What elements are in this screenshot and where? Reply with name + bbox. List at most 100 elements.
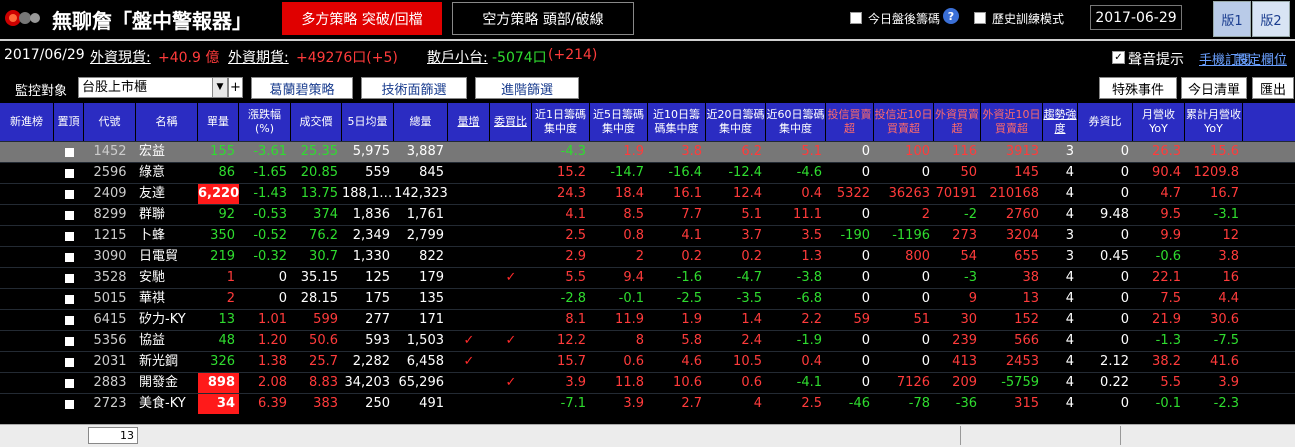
column-header[interactable]: 置頂 xyxy=(54,103,84,141)
export-button[interactable]: 匯出 xyxy=(1252,77,1294,99)
column-settings-link[interactable]: 設定欄位 xyxy=(1235,49,1287,68)
short-strategy-button[interactable]: 空方策略 頭部/破線 xyxy=(452,2,634,35)
checkbox-box[interactable] xyxy=(64,379,74,388)
cell-it: 0 xyxy=(861,207,870,222)
checkbox-box[interactable] xyxy=(64,295,74,304)
pin-checkbox[interactable] xyxy=(54,247,84,267)
today-list-button[interactable]: 今日清單 xyxy=(1181,77,1247,99)
checkbox-box[interactable] xyxy=(64,337,74,346)
checkbox-box[interactable] xyxy=(64,358,74,367)
table-row[interactable]: 5015 華祺 2 0 28.15 175 135 -2.8 -0.1 -2.5 -3.5 -6.8 0… xyxy=(0,288,1295,309)
column-header[interactable]: 外資近10日買賣超 xyxy=(981,103,1043,141)
table-row[interactable]: 5356 協益 48 1.20 50.6 593 1,503 ✓ ✓ 12.2 8 5.8 2.4 -1.… xyxy=(0,330,1295,351)
column-header[interactable]: 成交價 xyxy=(291,103,342,141)
column-header[interactable]: 漲跌幅(%) xyxy=(239,103,291,141)
checkbox-box[interactable] xyxy=(64,211,74,220)
cell-trend: 3 xyxy=(1065,144,1074,159)
column-header-label: 新進榜 xyxy=(10,115,43,128)
checkbox-box[interactable] xyxy=(64,148,74,157)
table-row[interactable]: 3528 安馳 1 0 35.15 125 179 ✓ 5.5 9.4 -1.6 -4.7 -3.8 0 0… xyxy=(0,267,1295,288)
table-row[interactable]: 2723 美食-KY 34 6.39 383 250 491 -7.1 3.9 2.7 4 2.5 -4… xyxy=(0,393,1295,414)
chevron-down-icon[interactable]: ▼ xyxy=(212,78,227,97)
table-row[interactable]: 8299 群聯 92 -0.53 374 1,836 1,761 4.1 8.5 7.7 5.1 11… xyxy=(0,204,1295,225)
table-row[interactable]: 2883 開發金 898 2.08 8.83 34,203 65,296 ✓ 3.9 11.8 10… xyxy=(0,372,1295,393)
column-header[interactable]: 代號 xyxy=(84,103,136,141)
column-header[interactable]: 5日均量 xyxy=(342,103,394,141)
foreign-spot-label[interactable]: 外資現貨: xyxy=(90,47,151,67)
table-row[interactable]: 2409 友達 6,220 -1.43 13.75 188,1… 142,323 24.3 18… xyxy=(0,183,1295,204)
table-row[interactable]: 1215 卜蜂 350 -0.52 76.2 2,349 2,799 2.5 0.8 4.1 3.7… xyxy=(0,225,1295,246)
sound-checkbox[interactable]: ✓ xyxy=(1112,51,1125,64)
column-header[interactable]: 名稱 xyxy=(136,103,198,141)
pin-checkbox[interactable] xyxy=(54,331,84,351)
column-header[interactable]: 近10日籌碼集中度 xyxy=(648,103,706,141)
pin-checkbox[interactable] xyxy=(54,163,84,183)
granville-strategy-button[interactable]: 葛蘭碧策略 xyxy=(251,77,353,99)
checkbox-box[interactable] xyxy=(64,274,74,283)
pin-checkbox[interactable] xyxy=(54,289,84,309)
pin-checkbox[interactable] xyxy=(54,373,84,393)
column-header[interactable]: 券資比 xyxy=(1078,103,1133,141)
cell-it10: 36263 xyxy=(888,186,930,201)
pin-checkbox[interactable] xyxy=(54,184,84,204)
cell-trend: 4 xyxy=(1065,375,1074,390)
column-header[interactable]: 月營收YoY xyxy=(1133,103,1185,141)
cell-code: 2883 xyxy=(93,375,127,390)
long-strategy-button[interactable]: 多方策略 突破/回檔 xyxy=(282,2,442,35)
history-mode-checkbox[interactable] xyxy=(974,12,986,24)
column-header[interactable]: 量增 xyxy=(448,103,490,141)
technical-filter-button[interactable]: 技術面篩選 xyxy=(361,77,467,99)
version1-button[interactable]: 版1 xyxy=(1213,1,1251,37)
add-monitor-button[interactable]: + xyxy=(228,77,243,98)
checkbox-box[interactable] xyxy=(64,190,74,199)
cell-pct: -3.61 xyxy=(253,144,287,159)
checkbox-box[interactable] xyxy=(64,400,74,409)
pin-checkbox[interactable] xyxy=(54,142,84,162)
checkbox-box[interactable] xyxy=(64,232,74,241)
check-mark-icon: ✓ xyxy=(505,375,517,390)
table-row[interactable]: 2596 綠意 86 -1.65 20.85 559 845 15.2 -14.7 -16.4 -1… xyxy=(0,162,1295,183)
cell-cyoy: 3.9 xyxy=(1218,375,1239,390)
date-picker[interactable]: 2017-06-29 xyxy=(1090,5,1182,30)
stock-table: 新進榜 置頂 代號 名稱 單量 漲跌幅(%) 成交價 5日均量 總量 量增 委買比 近1日籌碼集中度近… xyxy=(0,103,1295,414)
column-header[interactable]: 外資買賣超 xyxy=(934,103,981,141)
table-row[interactable]: 6415 矽力-KY 13 1.01 599 277 171 8.1 11.9 1.9 1.4 2.2… xyxy=(0,309,1295,330)
foreign-futures-label[interactable]: 外資期貨: xyxy=(228,47,289,67)
column-header[interactable]: 單量 xyxy=(198,103,239,141)
pin-checkbox[interactable] xyxy=(54,268,84,288)
column-header[interactable]: 委買比 xyxy=(490,103,532,141)
cell-c5: 2 xyxy=(635,249,644,264)
cell-pct: 6.39 xyxy=(258,396,287,411)
column-header[interactable]: 近60日籌碼集中度 xyxy=(766,103,826,141)
table-row[interactable]: 3090 日電貿 219 -0.32 30.7 1,330 822 2.9 2 0.2 0.2 1.3… xyxy=(0,246,1295,267)
column-header[interactable]: 總量 xyxy=(394,103,448,141)
advanced-filter-button[interactable]: 進階篩選 xyxy=(475,77,579,99)
column-header[interactable]: 近20日籌碼集中度 xyxy=(706,103,766,141)
special-events-button[interactable]: 特殊事件 xyxy=(1099,77,1177,99)
column-header[interactable]: 累計月營收YoY xyxy=(1185,103,1243,141)
cell-c5: 9.4 xyxy=(623,270,644,285)
cell-price: 35.15 xyxy=(300,270,338,285)
checkbox-box[interactable] xyxy=(64,316,74,325)
pin-checkbox[interactable] xyxy=(54,394,84,414)
help-icon[interactable]: ? xyxy=(943,8,959,24)
column-header[interactable]: 投信買賣超 xyxy=(826,103,874,141)
table-row[interactable]: 1452 宏益 155 -3.61 25.35 5,975 3,887 -4.3 1.9 3.8 6… xyxy=(0,141,1295,162)
cell-avg5: 1,330 xyxy=(352,249,390,264)
pin-checkbox[interactable] xyxy=(54,310,84,330)
pin-checkbox[interactable] xyxy=(54,352,84,372)
column-header[interactable]: 趨勢強度 xyxy=(1043,103,1078,141)
column-header[interactable]: 新進榜 xyxy=(0,103,54,141)
pin-checkbox[interactable] xyxy=(54,205,84,225)
checkbox-box[interactable] xyxy=(64,169,74,178)
column-header[interactable]: 投信近10日買賣超 xyxy=(874,103,934,141)
checkbox-box[interactable] xyxy=(64,253,74,262)
retail-label[interactable]: 散戶小台: xyxy=(427,47,488,67)
column-header[interactable]: 近1日籌碼集中度 xyxy=(532,103,590,141)
monitor-select[interactable]: 台股上市櫃 xyxy=(78,77,228,98)
table-row[interactable]: 2031 新光鋼 326 1.38 25.7 2,282 6,458 ✓ 15.7 0.6 4.6 1… xyxy=(0,351,1295,372)
version2-button[interactable]: 版2 xyxy=(1252,1,1290,37)
after-market-checkbox[interactable] xyxy=(850,12,862,24)
pin-checkbox[interactable] xyxy=(54,226,84,246)
column-header[interactable]: 近5日籌碼集中度 xyxy=(590,103,648,141)
